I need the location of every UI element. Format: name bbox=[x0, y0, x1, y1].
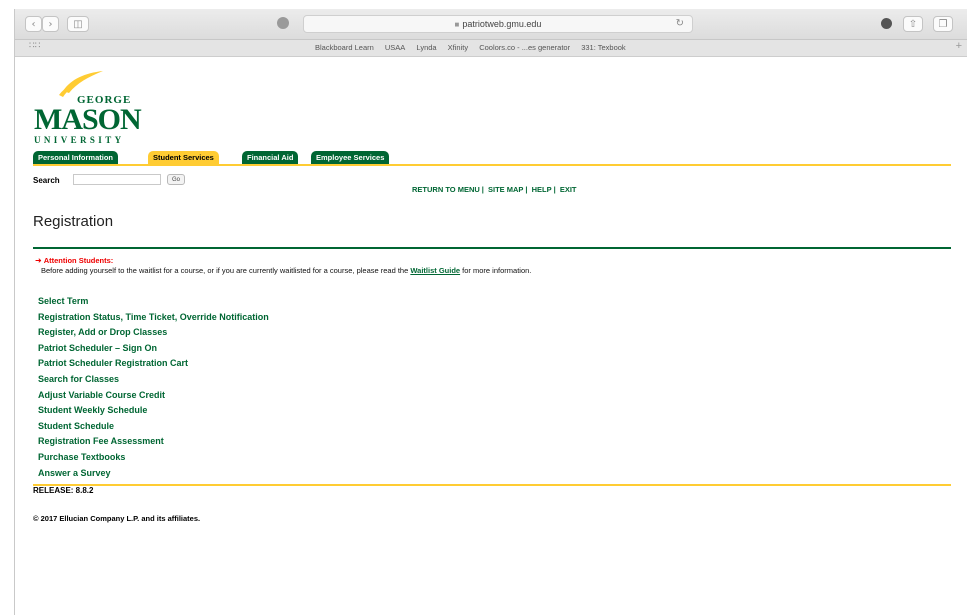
tab-personal-information[interactable]: Personal Information bbox=[33, 151, 119, 164]
attention-message: Before adding yourself to the waitlist f… bbox=[41, 266, 531, 275]
copyright: © 2017 Ellucian Company L.P. and its aff… bbox=[33, 514, 201, 523]
attention-heading-row: ➜ Attention Students: bbox=[35, 256, 113, 265]
browser-window: ‹ › ◫ ■ patriotweb.gmu.edu ↻ ⇧ ❐ ∷∷ Black… bbox=[14, 9, 967, 615]
link-patriot-scheduler-sign-on[interactable]: Patriot Scheduler – Sign On bbox=[38, 341, 269, 357]
link-student-weekly-schedule[interactable]: Student Weekly Schedule bbox=[38, 403, 269, 419]
link-registration-fee-assessment[interactable]: Registration Fee Assessment bbox=[38, 434, 269, 450]
back-icon[interactable]: ‹ bbox=[25, 16, 42, 32]
lock-icon: ■ bbox=[454, 20, 460, 29]
logo-mason: MASON bbox=[34, 103, 142, 136]
title-divider bbox=[33, 247, 951, 249]
release-version: RELEASE: 8.8.2 bbox=[33, 486, 94, 495]
page-title: Registration bbox=[33, 213, 114, 230]
attention-text-before: Before adding yourself to the waitlist f… bbox=[41, 266, 411, 275]
top-menu: RETURN TO MENU | SITE MAP | HELP | EXIT bbox=[412, 185, 577, 194]
favorite-item[interactable]: USAA bbox=[385, 43, 405, 52]
forward-icon[interactable]: › bbox=[42, 16, 59, 32]
waitlist-guide-link[interactable]: Waitlist Guide bbox=[410, 266, 460, 275]
tab-financial-aid[interactable]: Financial Aid bbox=[242, 151, 299, 164]
link-answer-a-survey[interactable]: Answer a Survey bbox=[38, 466, 269, 482]
link-student-schedule[interactable]: Student Schedule bbox=[38, 419, 269, 435]
top-sites-icon[interactable]: ∷∷ bbox=[29, 41, 40, 51]
favorites-bar: ∷∷ Blackboard Learn USAA Lynda Xfinity C… bbox=[15, 40, 967, 57]
link-registration-status[interactable]: Registration Status, Time Ticket, Overri… bbox=[38, 310, 269, 326]
exit-link[interactable]: EXIT bbox=[560, 185, 577, 194]
address-url: patriotweb.gmu.edu bbox=[462, 19, 542, 29]
link-purchase-textbooks[interactable]: Purchase Textbooks bbox=[38, 450, 269, 466]
favorite-item[interactable]: Lynda bbox=[416, 43, 436, 52]
footer-divider bbox=[33, 484, 951, 486]
new-tab-icon[interactable]: + bbox=[956, 40, 962, 52]
return-to-menu-link[interactable]: RETURN TO MENU bbox=[412, 185, 480, 194]
link-search-for-classes[interactable]: Search for Classes bbox=[38, 372, 269, 388]
tab-divider bbox=[33, 164, 951, 166]
search-input[interactable] bbox=[73, 174, 161, 185]
favorite-item[interactable]: Blackboard Learn bbox=[315, 43, 374, 52]
site-map-link[interactable]: SITE MAP bbox=[488, 185, 523, 194]
sidebar-icon[interactable]: ◫ bbox=[67, 16, 89, 32]
link-select-term[interactable]: Select Term bbox=[38, 294, 269, 310]
tabs-overview-icon[interactable]: ❐ bbox=[933, 16, 953, 32]
reload-icon[interactable]: ↻ bbox=[676, 16, 684, 32]
menu-separator: | bbox=[481, 185, 484, 194]
share-icon[interactable]: ⇧ bbox=[903, 16, 923, 32]
gmu-logo[interactable]: GEORGE MASON UNIVERSITY bbox=[33, 69, 143, 149]
registration-menu: Select Term Registration Status, Time Ti… bbox=[38, 294, 269, 481]
attention-heading: Attention Students: bbox=[43, 256, 114, 265]
page-content: GEORGE MASON UNIVERSITY Personal Informa… bbox=[15, 57, 967, 615]
favorite-item[interactable]: Coolors.co - ...es generator bbox=[479, 43, 570, 52]
favorites-list: Blackboard Learn USAA Lynda Xfinity Cool… bbox=[315, 43, 635, 52]
tab-employee-services[interactable]: Employee Services bbox=[311, 151, 390, 164]
link-adjust-variable-credit[interactable]: Adjust Variable Course Credit bbox=[38, 388, 269, 404]
go-button[interactable]: Go bbox=[167, 174, 185, 185]
attention-text-after: for more information. bbox=[460, 266, 532, 275]
tab-student-services[interactable]: Student Services bbox=[148, 151, 219, 164]
address-bar[interactable]: ■ patriotweb.gmu.edu ↻ bbox=[303, 15, 693, 33]
menu-separator: | bbox=[553, 185, 556, 194]
site-favicon-icon bbox=[277, 17, 289, 29]
arrow-right-icon: ➜ bbox=[35, 256, 42, 265]
menu-separator: | bbox=[525, 185, 528, 194]
logo-university: UNIVERSITY bbox=[34, 135, 125, 145]
downloads-icon[interactable] bbox=[881, 18, 892, 29]
link-patriot-scheduler-cart[interactable]: Patriot Scheduler Registration Cart bbox=[38, 356, 269, 372]
search-label: Search bbox=[33, 176, 60, 185]
link-register-add-drop[interactable]: Register, Add or Drop Classes bbox=[38, 325, 269, 341]
favorite-item[interactable]: Xfinity bbox=[448, 43, 468, 52]
favorite-item[interactable]: 331: Texbook bbox=[581, 43, 625, 52]
help-link[interactable]: HELP bbox=[532, 185, 552, 194]
browser-toolbar: ‹ › ◫ ■ patriotweb.gmu.edu ↻ ⇧ ❐ bbox=[15, 9, 967, 40]
